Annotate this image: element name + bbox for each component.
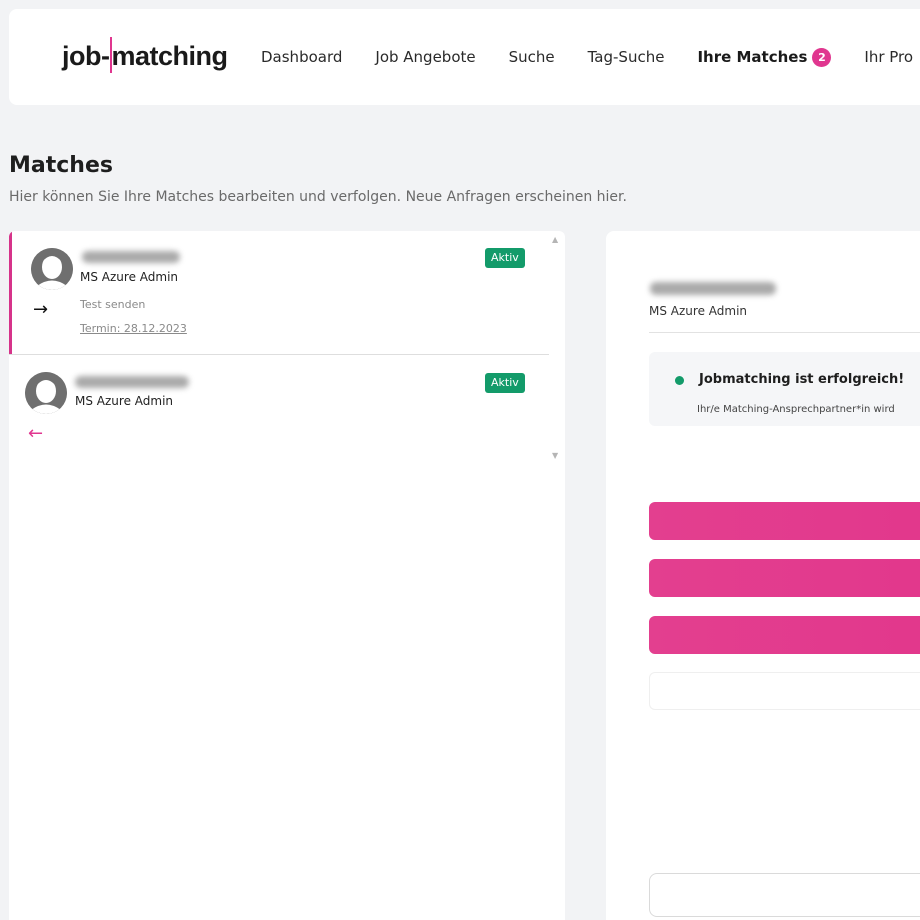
nav-item-ihre-matches-label: Ihre Matches — [697, 48, 808, 66]
logo-m: m — [111, 41, 135, 71]
action-button-3[interactable] — [649, 616, 920, 654]
success-dot-icon — [675, 376, 684, 385]
alert-text: Ihr/e Matching-Ansprechpartner*in wird — [697, 404, 895, 415]
nav-item-suche[interactable]: Suche — [509, 48, 555, 66]
page-subtitle: Hier können Sie Ihre Matches bearbeiten … — [9, 189, 627, 205]
nav-item-ihr-profil[interactable]: Ihr Pro — [864, 48, 913, 66]
matches-count-badge: 2 — [812, 47, 832, 67]
match-note: Test senden — [80, 298, 146, 311]
match-detail-panel: MS Azure Admin Jobmatching ist erfolgrei… — [606, 231, 920, 920]
match-role: MS Azure Admin — [80, 270, 179, 284]
avatar-placeholder-icon — [31, 248, 73, 290]
matches-list-panel: ▲ ▼ MS Azure Admin Aktiv → Test senden T… — [9, 231, 565, 920]
page-title: Matches — [9, 153, 113, 178]
detail-role: MS Azure Admin — [649, 304, 748, 318]
scroll-up-arrow-icon[interactable]: ▲ — [552, 235, 558, 244]
logo-suffix: atching — [135, 41, 228, 71]
blurred-person-name — [82, 251, 180, 263]
nav-item-job-angebote[interactable]: Job Angebote — [375, 48, 475, 66]
scroll-down-arrow-icon[interactable]: ▼ — [552, 451, 558, 460]
arrow-right-icon: → — [33, 299, 49, 320]
empty-field[interactable] — [649, 672, 920, 710]
action-button-2[interactable] — [649, 559, 920, 597]
job-matching-logo[interactable]: job-matching — [62, 37, 228, 73]
appointment-link[interactable]: Termin: 28.12.2023 — [80, 322, 187, 335]
blurred-person-name — [650, 282, 776, 295]
nav-item-tag-suche[interactable]: Tag-Suche — [588, 48, 665, 66]
avatar-placeholder-icon — [25, 372, 67, 414]
nav-item-dashboard[interactable]: Dashboard — [261, 48, 342, 66]
action-button-1[interactable] — [649, 502, 920, 540]
message-input[interactable] — [649, 873, 920, 917]
blurred-person-name — [75, 376, 189, 388]
main-nav: Dashboard Job Angebote Suche Tag-Suche I… — [261, 9, 913, 105]
status-badge: Aktiv — [485, 248, 525, 268]
top-navigation-bar: job-matching Dashboard Job Angebote Such… — [9, 9, 920, 105]
detail-separator — [649, 332, 920, 333]
match-list-item[interactable]: MS Azure Admin Aktiv ← — [9, 355, 549, 455]
alert-title: Jobmatching ist erfolgreich! — [699, 372, 905, 387]
logo-prefix: job- — [62, 41, 110, 71]
arrow-left-icon: ← — [28, 423, 44, 444]
success-alert: Jobmatching ist erfolgreich! Ihr/e Match… — [649, 352, 920, 426]
match-list-item[interactable]: MS Azure Admin Aktiv → Test senden Termi… — [9, 231, 549, 354]
nav-item-ihre-matches[interactable]: Ihre Matches 2 — [697, 47, 832, 67]
status-badge: Aktiv — [485, 373, 525, 393]
match-role: MS Azure Admin — [75, 394, 174, 408]
